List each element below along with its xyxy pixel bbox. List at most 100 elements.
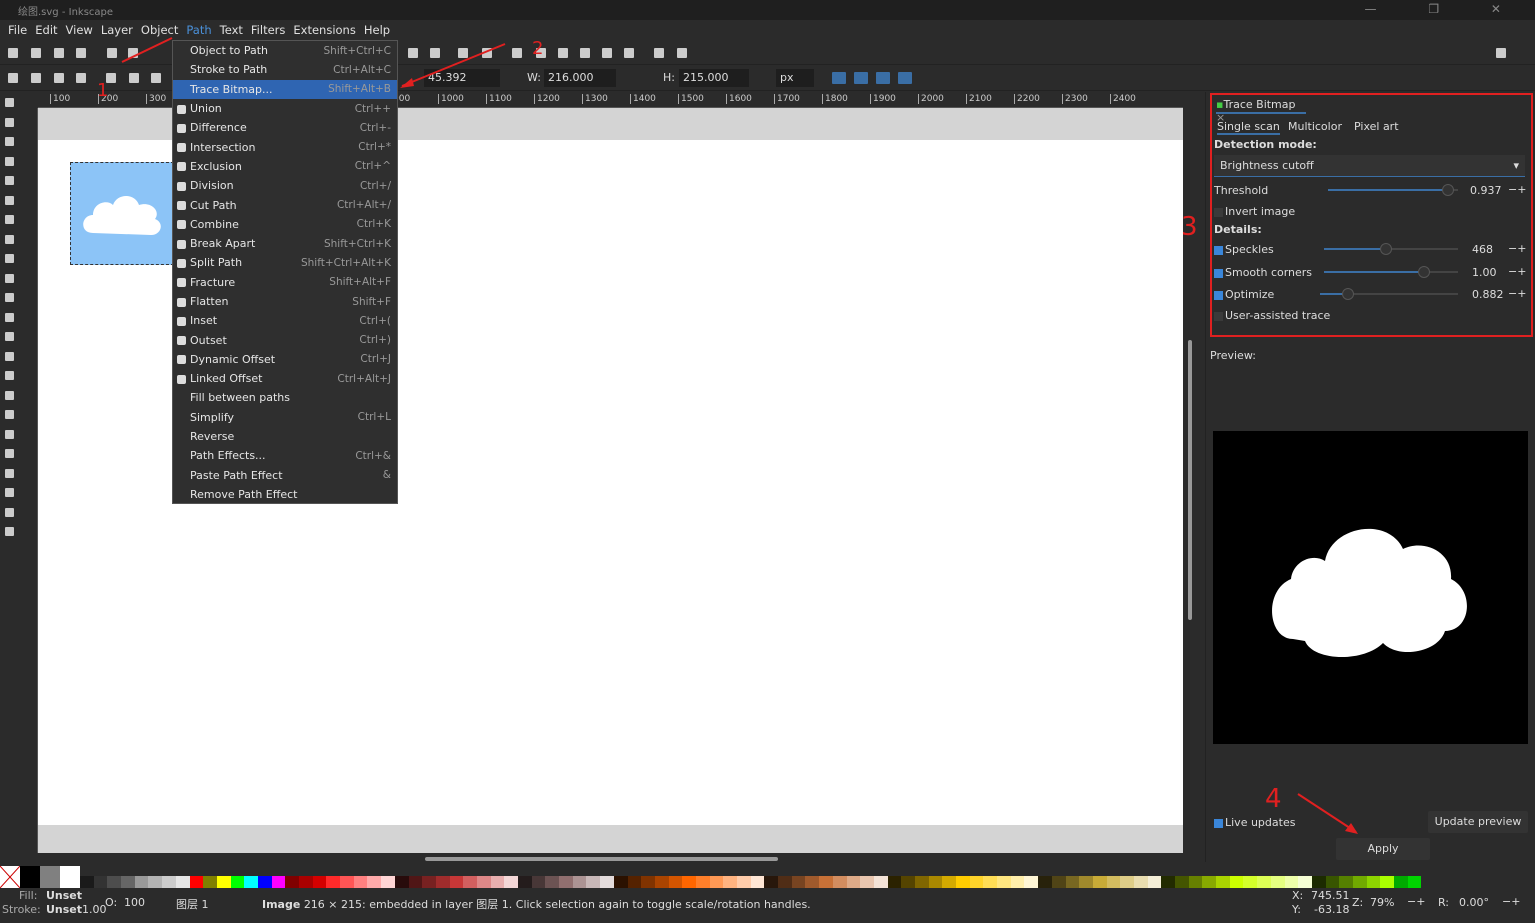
color-swatch[interactable] [1339, 876, 1353, 888]
menu-help[interactable]: Help [360, 20, 394, 40]
color-swatch[interactable] [244, 876, 258, 888]
selection-tool-icon[interactable] [151, 73, 161, 83]
menu-item-difference[interactable]: Difference Ctrl+- [173, 118, 397, 137]
y-field[interactable]: 45.392 [424, 69, 500, 87]
menu-item-path-effects[interactable]: Path Effects... Ctrl+& [173, 446, 397, 465]
menu-item-dynamic-offset[interactable]: Dynamic Offset Ctrl+J [173, 350, 397, 369]
menu-item-combine[interactable]: Combine Ctrl+K [173, 215, 397, 234]
color-swatch[interactable] [1092, 876, 1107, 888]
tool-icon[interactable] [5, 351, 14, 361]
color-swatch[interactable] [901, 876, 915, 888]
toolbar-button-icon[interactable] [430, 48, 440, 58]
color-swatch[interactable] [134, 876, 149, 888]
tool-icon[interactable] [5, 176, 14, 185]
color-swatch[interactable] [1051, 876, 1066, 888]
color-swatch[interactable] [695, 876, 710, 888]
color-swatch[interactable] [422, 876, 436, 888]
color-swatch[interactable] [627, 876, 642, 888]
tool-icon[interactable] [5, 410, 14, 419]
color-swatch[interactable] [326, 876, 341, 888]
color-swatch[interactable] [832, 876, 847, 888]
tool-icon[interactable] [5, 156, 14, 166]
color-swatch[interactable] [819, 876, 833, 888]
menu-item-fill-between-paths[interactable]: Fill between paths [173, 388, 397, 407]
color-swatch[interactable] [723, 876, 737, 888]
color-swatch[interactable] [271, 876, 286, 888]
toolbar-button-icon[interactable] [482, 48, 492, 58]
color-swatch[interactable] [942, 876, 956, 888]
color-swatch[interactable] [969, 876, 984, 888]
color-swatch[interactable] [668, 876, 683, 888]
menu-item-exclusion[interactable]: Exclusion Ctrl+^ [173, 157, 397, 176]
transform-option-icon[interactable] [832, 72, 846, 84]
color-swatch[interactable] [394, 876, 409, 888]
toolbar-button-icon[interactable] [458, 48, 468, 58]
color-swatch[interactable] [449, 876, 464, 888]
color-swatch[interactable] [230, 876, 245, 888]
unit-select[interactable]: px [776, 69, 814, 87]
tool-icon[interactable] [5, 293, 14, 302]
tool-icon[interactable] [5, 488, 14, 497]
toolbar-button-icon[interactable] [654, 48, 664, 58]
menu-item-fracture[interactable]: Fracture Shift+Alt+F [173, 273, 397, 292]
tool-icon[interactable] [5, 527, 14, 536]
color-swatch[interactable] [531, 876, 546, 888]
color-swatch[interactable] [654, 876, 669, 888]
tool-icon[interactable] [5, 429, 14, 439]
toolbar-button-icon[interactable] [54, 48, 64, 58]
color-swatch[interactable] [983, 876, 998, 888]
color-swatch[interactable] [791, 876, 806, 888]
color-swatch[interactable] [1161, 876, 1175, 888]
color-swatch[interactable] [586, 876, 601, 888]
color-swatch[interactable] [1010, 876, 1025, 888]
tool-icon[interactable] [5, 507, 14, 517]
color-swatch[interactable] [737, 876, 751, 888]
color-swatch[interactable] [1257, 876, 1271, 888]
color-swatch[interactable] [175, 876, 190, 888]
color-swatch[interactable] [1079, 876, 1093, 888]
color-swatch[interactable] [572, 876, 587, 888]
color-swatch[interactable] [997, 876, 1011, 888]
color-swatch[interactable] [1147, 876, 1162, 888]
menu-item-division[interactable]: Division Ctrl+/ [173, 176, 397, 195]
toolbar-button-icon[interactable] [31, 48, 41, 58]
rotation-field[interactable]: 0.00° [1459, 896, 1489, 909]
color-swatch[interactable] [600, 876, 614, 888]
menu-item-simplify[interactable]: Simplify Ctrl+L [173, 408, 397, 427]
color-swatch[interactable] [353, 876, 368, 888]
menu-item-reverse[interactable]: Reverse [173, 427, 397, 446]
color-swatch[interactable] [1106, 876, 1121, 888]
color-swatch[interactable] [613, 876, 628, 888]
color-swatch[interactable] [1270, 876, 1285, 888]
tool-icon[interactable] [5, 137, 14, 146]
transform-option-icon[interactable] [876, 72, 890, 84]
color-swatch[interactable] [463, 876, 477, 888]
tool-icon[interactable] [5, 390, 14, 400]
color-swatch[interactable] [285, 876, 299, 888]
toolbar-button-icon[interactable] [677, 48, 687, 58]
color-swatch[interactable] [1229, 876, 1244, 888]
menu-item-cut-path[interactable]: Cut Path Ctrl+Alt+/ [173, 195, 397, 214]
w-field[interactable]: 216.000 [544, 69, 616, 87]
color-swatch[interactable] [750, 876, 765, 888]
stroke-value[interactable]: Unset [46, 903, 82, 916]
opacity-field[interactable]: 100 [124, 896, 145, 909]
toolbar-button-icon[interactable] [76, 48, 86, 58]
horizontal-scrollbar[interactable] [425, 857, 778, 861]
color-swatch[interactable] [20, 866, 40, 888]
rotation-stepper[interactable]: −+ [1502, 895, 1520, 908]
zoom-field[interactable]: 79% [1370, 896, 1394, 909]
tool-icon[interactable] [5, 117, 14, 127]
color-swatch[interactable] [203, 876, 217, 888]
selection-tool-icon[interactable] [76, 73, 86, 83]
apply-button[interactable]: Apply [1336, 838, 1430, 860]
redo-icon[interactable] [1496, 48, 1506, 58]
tool-icon[interactable] [5, 98, 14, 107]
color-swatch[interactable] [367, 876, 382, 888]
color-swatch[interactable] [641, 876, 655, 888]
color-swatch[interactable] [873, 876, 888, 888]
toolbar-button-icon[interactable] [107, 48, 117, 58]
transform-option-icon[interactable] [854, 72, 868, 84]
tool-icon[interactable] [5, 312, 14, 322]
menu-filters[interactable]: Filters [247, 20, 289, 40]
